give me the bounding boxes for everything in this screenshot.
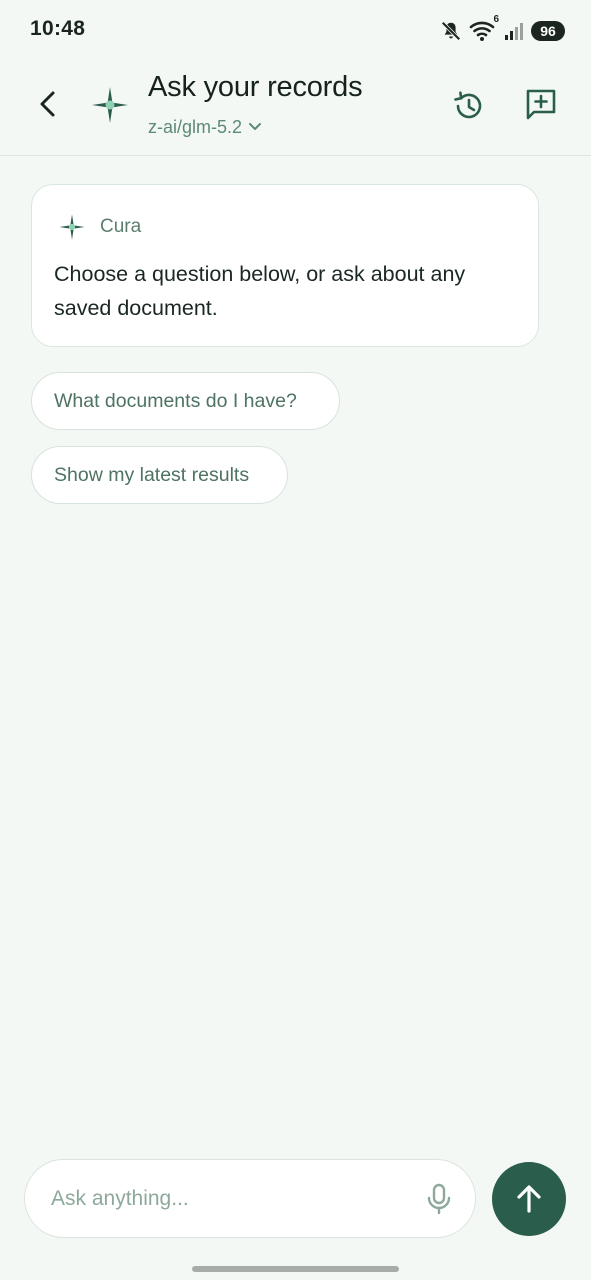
sparkle-logo-icon — [90, 85, 130, 125]
history-icon — [454, 91, 482, 119]
send-button[interactable] — [492, 1162, 566, 1236]
composer — [24, 1159, 476, 1238]
model-name: z-ai/glm-5.2 — [148, 116, 243, 137]
status-bar: 10:48 6 96 — [0, 0, 591, 62]
model-selector[interactable]: z-ai/glm-5.2 — [148, 115, 262, 139]
send-arrow-icon — [517, 1185, 541, 1213]
message-input[interactable] — [51, 1178, 411, 1220]
battery-icon: 96 — [531, 21, 565, 41]
message-sender: Cura — [58, 212, 141, 242]
back-arrow-icon — [40, 91, 55, 117]
status-time: 10:48 — [30, 17, 86, 40]
signal-icon — [504, 21, 524, 41]
microphone-icon — [427, 1183, 451, 1215]
history-button[interactable] — [446, 84, 490, 128]
mic-button[interactable] — [421, 1180, 457, 1218]
status-icons: 6 96 — [440, 14, 565, 43]
sender-name: Cura — [100, 216, 142, 237]
back-button[interactable] — [28, 84, 68, 124]
home-indicator[interactable] — [192, 1266, 399, 1272]
mute-icon — [440, 20, 462, 42]
wifi-icon: 6 — [469, 14, 499, 42]
suggestion-chip[interactable]: Show my latest results — [31, 446, 288, 504]
new-chat-icon — [526, 89, 556, 120]
wifi-badge: 6 — [493, 14, 499, 25]
new-chat-button[interactable] — [519, 82, 563, 126]
message-text: Choose a question below, or ask about an… — [54, 262, 466, 320]
sparkle-avatar-icon — [59, 214, 85, 240]
app-header: Ask your records z-ai/glm-5.2 — [0, 62, 591, 156]
chevron-down-icon — [249, 123, 262, 130]
suggestion-chip[interactable]: What documents do I have? — [31, 372, 340, 430]
page-title: Ask your records — [148, 71, 363, 103]
assistant-message: Cura Choose a question below, or ask abo… — [31, 184, 539, 347]
